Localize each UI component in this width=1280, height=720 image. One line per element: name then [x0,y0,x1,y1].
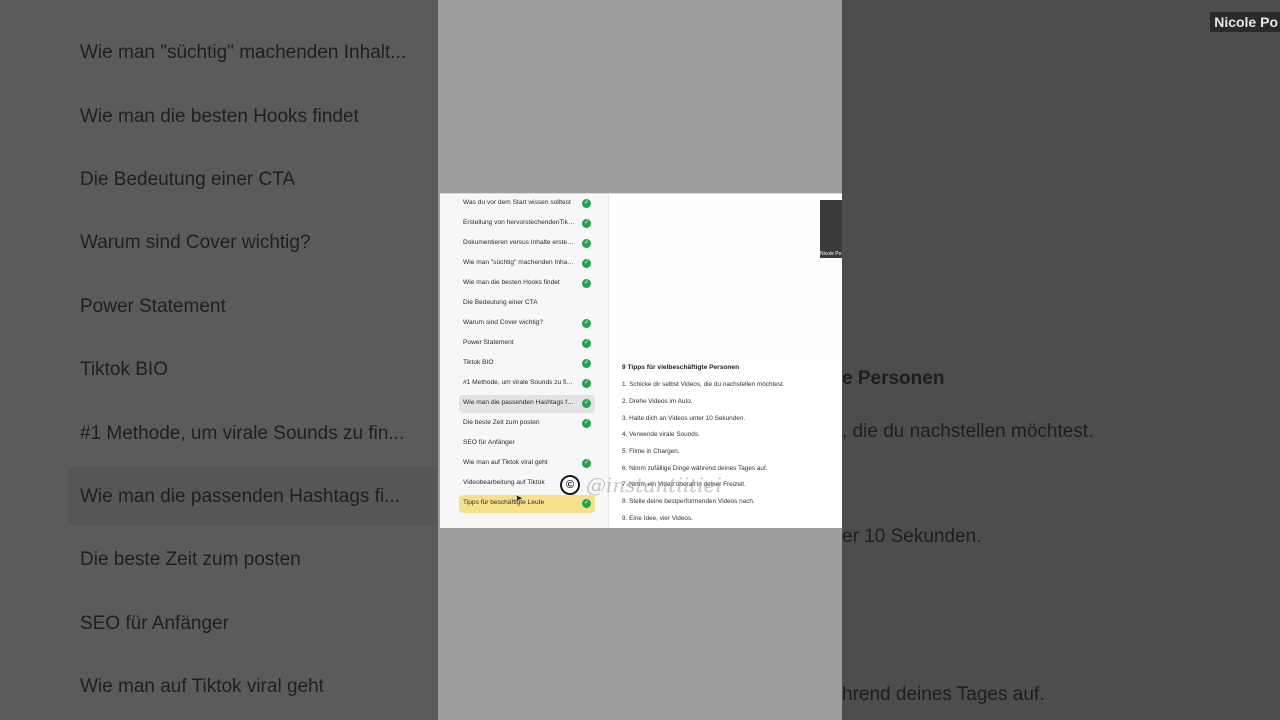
sidebar-item-label: SEO für Anfänger [463,439,515,446]
video-area[interactable]: Nicole Po [609,194,842,362]
check-circle-icon: ✓ [582,419,591,428]
webcam-name: Nicole Po [820,251,842,257]
bg-item: Power Statement [80,296,226,317]
check-circle-icon: ✓ [582,359,591,368]
check-circle-icon: ✓ [582,259,591,268]
sidebar-item[interactable]: Wie man auf Tiktok viral geht ✓ [459,455,595,473]
sidebar-item[interactable]: Power Statement ✓ [459,335,595,353]
tip-item: 6. Nimm zufällige Dinge während deines T… [622,465,768,472]
watermark-text: @instantiitiei [586,473,722,497]
sidebar-item[interactable]: Wie man die passenden Hashtags findet ✓ [459,395,595,413]
name-badge: Nicole Po [1210,12,1280,32]
mouse-cursor-icon: ➤ [515,493,523,503]
sidebar-item[interactable]: Wie man die besten Hooks findet ✓ [459,275,595,293]
sidebar-item-label: Warum sind Cover wichtig? [463,319,544,326]
check-circle-icon: ✓ [582,379,591,388]
check-circle-icon: ✓ [582,319,591,328]
tip-item: 1. Schicke dir selbst Videos, die du nac… [622,381,785,388]
tip-item: 2. Drehe Videos im Auto. [622,398,693,405]
check-circle-icon: ✓ [582,279,591,288]
check-circle-icon: ✓ [582,459,591,468]
bg-item: Die Bedeutung einer CTA [80,169,296,190]
sidebar-item-label: #1 Methode, um virale Sounds zu finden [463,379,575,386]
sidebar-item-label: Dokumentieren versus Inhalte erstellen [463,239,575,246]
sidebar-item[interactable]: SEO für Anfänger [459,435,595,453]
sidebar-item-label: Die beste Zeit zum posten [463,419,540,426]
sidebar-item[interactable]: Was du vor dem Start wissen solltest ✓ [459,195,595,213]
bg-right-text: e Personen [842,368,945,389]
sidebar-item[interactable]: Warum sind Cover wichtig? ✓ [459,315,595,333]
sidebar-item-label: Wie man auf Tiktok viral geht [463,459,548,466]
check-circle-icon: ✓ [582,499,591,508]
sidebar-item[interactable]: Erstellung von hervorstechendenTiktoks ✓ [459,215,595,233]
check-circle-icon: ✓ [582,199,591,208]
tip-item: 3. Halte dich an Videos unter 10 Sekunde… [622,415,746,422]
sidebar-item[interactable]: Die Bedeutung einer CTA [459,295,595,313]
sidebar-item-label: Wie man die besten Hooks findet [463,279,560,286]
sidebar-item-label: Erstellung von hervorstechendenTiktoks [463,219,575,226]
tip-item: 5. Filme in Chargen. [622,448,680,455]
sidebar-item-label: Die Bedeutung einer CTA [463,299,538,306]
bg-item: SEO für Anfänger [80,613,229,634]
sidebar-item[interactable]: Dokumentieren versus Inhalte erstellen ✓ [459,235,595,253]
check-circle-icon: ✓ [582,239,591,248]
sidebar-item[interactable]: Wie man "süchtig" machenden Inhalt erste… [459,255,595,273]
sidebar-item-label: Power Statement [463,339,514,346]
sidebar-item-label: Videobearbeitung auf Tiktok [463,479,545,486]
lesson-sidebar: Was du vor dem Start wissen solltest ✓ Er… [440,194,609,528]
lesson-title: 9 Tipps für vielbeschäftigte Personen [622,364,740,371]
tip-item: 8. Stelle deine bestperformenden Videos … [622,498,755,505]
bg-item: Wie man die passenden Hashtags fi... [80,486,401,507]
bg-item: Wie man die besten Hooks findet [80,106,359,127]
bg-item: #1 Methode, um virale Sounds zu fin... [80,423,405,444]
check-circle-icon: ✓ [582,399,591,408]
sidebar-item-label: Wie man die passenden Hashtags findet [463,399,575,406]
bg-right-text: hrend deines Tages auf. [842,684,1045,705]
background-right-blurred: Nicole Po e Personen , die du nachstelle… [842,0,1280,720]
bg-item: Die beste Zeit zum posten [80,549,301,570]
sidebar-item-label: Was du vor dem Start wissen solltest [463,199,571,206]
webcam-overlay: Nicole Po [820,200,842,258]
tip-item: 9. Eine Idee, vier Videos. [622,515,693,522]
check-circle-icon: ✓ [582,339,591,348]
background-left-blurred: Wie man "süchtig" machenden Inhalt... Wi… [0,0,438,720]
bg-item: Wie man auf Tiktok viral geht [80,676,324,697]
sidebar-item[interactable]: Tiktok BIO ✓ [459,355,595,373]
sidebar-item-label: Tiktok BIO [463,359,494,366]
bg-right-text: , die du nachstellen möchtest. [842,421,1094,442]
sidebar-item[interactable]: #1 Methode, um virale Sounds zu finden ✓ [459,375,595,393]
bg-item: Wie man "süchtig" machenden Inhalt... [80,42,407,63]
bg-item: Tiktok BIO [80,359,168,380]
copyright-icon: © [560,475,580,495]
sidebar-item-current[interactable]: Tipps für beschäftigte Leute ✓ [459,495,595,513]
tip-item: 4. Verwende virale Sounds. [622,431,700,438]
bg-right-text: er 10 Sekunden. [842,526,982,547]
check-circle-icon: ✓ [582,219,591,228]
sidebar-item[interactable]: Die beste Zeit zum posten ✓ [459,415,595,433]
bg-item: Warum sind Cover wichtig? [80,232,311,253]
sidebar-item-label: Wie man "süchtig" machenden Inhalt erste… [463,259,575,266]
